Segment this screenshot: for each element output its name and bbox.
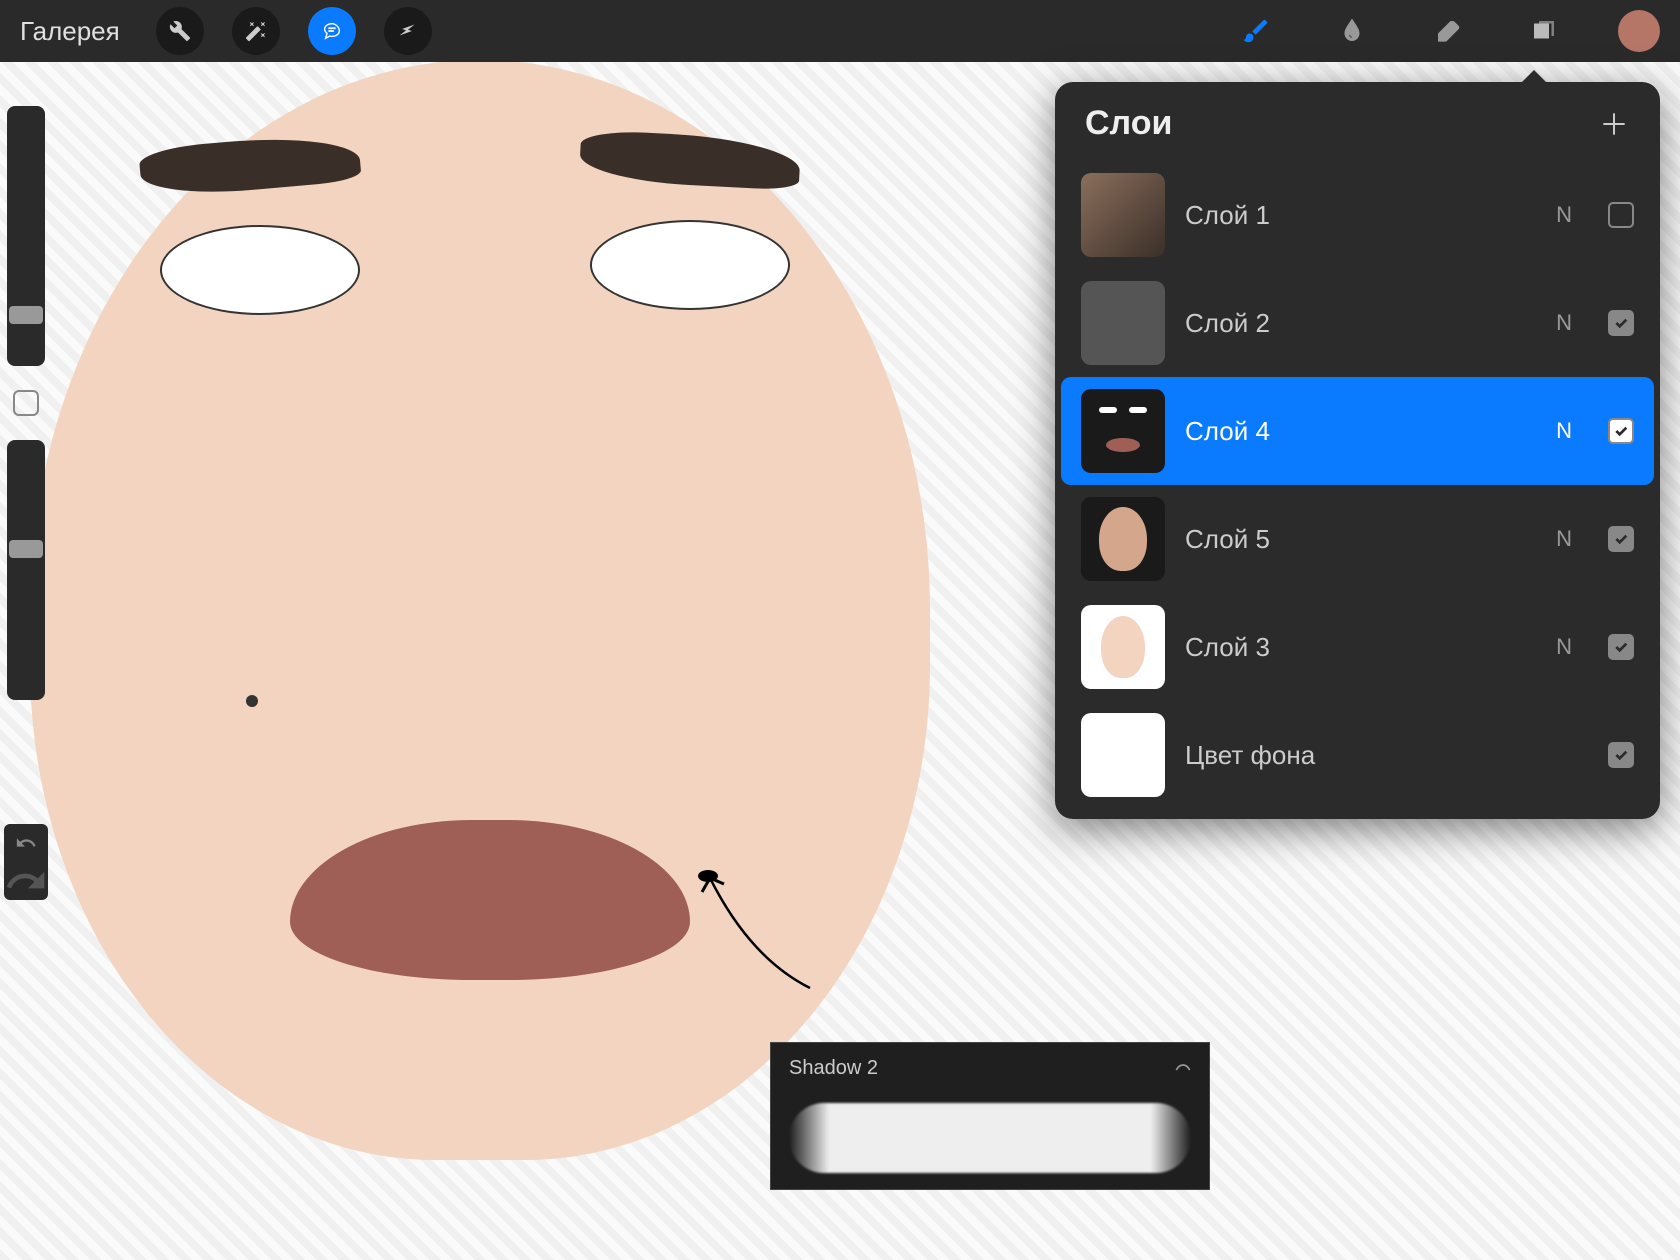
color-picker[interactable] — [1618, 10, 1660, 52]
artwork-lips — [290, 820, 690, 980]
left-sidebar — [0, 100, 52, 900]
artwork-eye — [590, 220, 790, 310]
layer-name: Цвет фона — [1185, 740, 1588, 771]
brush-stroke-preview — [789, 1103, 1191, 1173]
adjustments-icon[interactable] — [232, 7, 280, 55]
layer-visibility-checkbox[interactable] — [1608, 310, 1634, 336]
layer-visibility-checkbox[interactable] — [1608, 742, 1634, 768]
layer-visibility-checkbox[interactable] — [1608, 418, 1634, 444]
modify-button[interactable] — [13, 390, 39, 416]
redo-button[interactable] — [4, 862, 48, 900]
layer-thumbnail — [1081, 389, 1165, 473]
layer-blend-mode[interactable]: N — [1556, 418, 1572, 444]
layer-row[interactable]: Цвет фона — [1061, 701, 1654, 809]
brush-preview-card[interactable]: Shadow 2 — [770, 1042, 1210, 1190]
layer-visibility-checkbox[interactable] — [1608, 634, 1634, 660]
layer-visibility-checkbox[interactable] — [1608, 526, 1634, 552]
layer-name: Слой 5 — [1185, 524, 1536, 555]
brush-size-slider[interactable] — [7, 106, 45, 366]
layers-icon[interactable] — [1522, 9, 1566, 53]
layer-row[interactable]: Слой 1 N — [1061, 161, 1654, 269]
layer-row[interactable]: Слой 3 N — [1061, 593, 1654, 701]
layer-row[interactable]: Слой 2 N — [1061, 269, 1654, 377]
layer-thumbnail — [1081, 173, 1165, 257]
layer-blend-mode[interactable]: N — [1556, 310, 1572, 336]
brush-name: Shadow 2 — [789, 1057, 1191, 1080]
layers-title: Слои — [1085, 104, 1172, 143]
layer-thumbnail — [1081, 281, 1165, 365]
layer-name: Слой 3 — [1185, 632, 1536, 663]
add-layer-button[interactable] — [1598, 108, 1630, 140]
layer-blend-mode[interactable]: N — [1556, 634, 1572, 660]
transform-icon[interactable] — [384, 7, 432, 55]
layer-thumbnail — [1081, 713, 1165, 797]
brush-stroke-icon — [1173, 1055, 1193, 1075]
artwork-brow — [138, 131, 362, 200]
layer-name: Слой 4 — [1185, 416, 1536, 447]
selection-icon[interactable] — [308, 7, 356, 55]
annotation-arrow — [690, 858, 830, 998]
eraser-icon[interactable] — [1426, 9, 1470, 53]
actions-icon[interactable] — [156, 7, 204, 55]
artwork-mole — [246, 695, 258, 707]
artwork-brow — [579, 129, 801, 190]
artwork-eye — [160, 225, 360, 315]
layer-visibility-checkbox[interactable] — [1608, 202, 1634, 228]
layer-row[interactable]: Слой 5 N — [1061, 485, 1654, 593]
undo-button[interactable] — [4, 824, 48, 862]
layer-blend-mode[interactable]: N — [1556, 202, 1572, 228]
opacity-slider[interactable] — [7, 440, 45, 700]
layer-row[interactable]: Слой 4 N — [1061, 377, 1654, 485]
gallery-button[interactable]: Галерея — [20, 16, 120, 47]
layers-panel: Слои Слой 1 N Слой 2 N Слой 4 N Слой 5 N Слой 3 N… — [1055, 82, 1660, 819]
layer-name: Слой 2 — [1185, 308, 1536, 339]
brush-icon[interactable] — [1234, 9, 1278, 53]
layer-name: Слой 1 — [1185, 200, 1536, 231]
layer-blend-mode[interactable]: N — [1556, 526, 1572, 552]
top-toolbar: Галерея — [0, 0, 1680, 62]
layer-thumbnail — [1081, 497, 1165, 581]
layer-thumbnail — [1081, 605, 1165, 689]
smudge-icon[interactable] — [1330, 9, 1374, 53]
